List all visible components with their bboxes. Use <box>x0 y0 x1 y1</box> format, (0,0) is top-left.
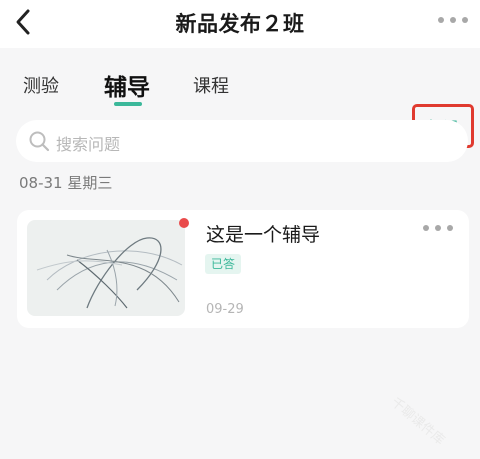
top-nav-bar: 新品发布２班 <box>0 0 480 48</box>
tab-tutoring[interactable]: 辅导 <box>104 68 150 102</box>
search-input[interactable]: 搜索问题 <box>16 120 468 162</box>
search-icon <box>29 131 50 152</box>
tab-quiz[interactable]: 测验 <box>23 72 59 98</box>
tab-bar: 测验 辅导 课程 提问 <box>0 48 480 148</box>
item-more-options-icon[interactable] <box>421 222 455 234</box>
watermark: 千聊课件库 <box>387 395 448 449</box>
unread-dot <box>179 218 189 228</box>
sketch-thumbnail <box>27 220 185 316</box>
date-group-header: 08-31 星期三 <box>19 174 113 192</box>
more-options-icon[interactable] <box>436 14 470 26</box>
item-title: 这是一个辅导 <box>206 224 321 246</box>
tab-course[interactable]: 课程 <box>193 72 229 98</box>
page-title: 新品发布２班 <box>175 12 305 36</box>
status-badge: 已答 <box>205 254 242 274</box>
list-item[interactable]: 这是一个辅导 已答 09-29 <box>17 210 469 328</box>
sketch-drawing <box>36 237 183 309</box>
item-date: 09-29 <box>206 302 244 317</box>
active-tab-indicator <box>114 102 142 106</box>
search-placeholder: 搜索问题 <box>56 135 121 154</box>
